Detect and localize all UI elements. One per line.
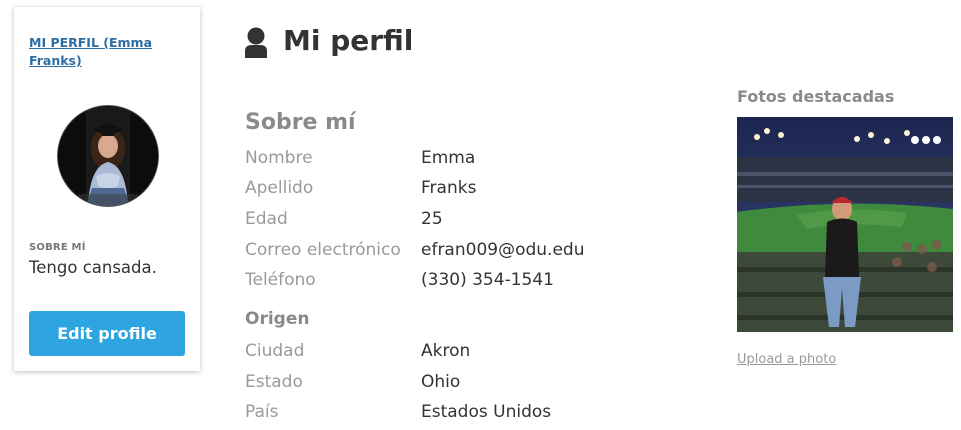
origin-section-title: Origen bbox=[245, 309, 310, 329]
about-section-title: Sobre mí bbox=[245, 110, 356, 135]
about-text: Tengo cansada. bbox=[29, 258, 157, 277]
featured-photos-title: Fotos destacadas bbox=[737, 87, 895, 106]
field-value: Franks bbox=[421, 178, 477, 198]
field-label: Estado bbox=[245, 372, 303, 392]
field-value: Akron bbox=[421, 341, 471, 361]
edit-profile-button[interactable]: Edit profile bbox=[29, 311, 185, 356]
field-label: Edad bbox=[245, 209, 288, 229]
field-value: efran009@odu.edu bbox=[421, 240, 585, 260]
field-label: Correo electrónico bbox=[245, 240, 401, 260]
field-label: Apellido bbox=[245, 178, 314, 198]
field-label: País bbox=[245, 402, 279, 422]
about-label: SOBRE MÍ bbox=[29, 242, 86, 253]
more-options-icon[interactable] bbox=[911, 136, 941, 144]
featured-photo[interactable] bbox=[737, 117, 953, 332]
field-label: Ciudad bbox=[245, 341, 305, 361]
upload-photo-link[interactable]: Upload a photo bbox=[737, 352, 836, 367]
field-value: Estados Unidos bbox=[421, 402, 552, 422]
page-title: Mi perfil bbox=[283, 24, 414, 57]
field-value: 25 bbox=[421, 209, 443, 229]
field-label: Teléfono bbox=[245, 270, 316, 290]
field-label: Nombre bbox=[245, 148, 313, 168]
my-profile-link[interactable]: MI PERFIL (Emma Franks) bbox=[29, 34, 179, 70]
field-value: Ohio bbox=[421, 372, 461, 392]
avatar-photo bbox=[58, 106, 158, 206]
featured-photo-image bbox=[737, 117, 953, 332]
field-value: Emma bbox=[421, 148, 476, 168]
profile-card: MI PERFIL (Emma Franks) SOBRE MÍ Tengo c… bbox=[14, 7, 200, 371]
avatar bbox=[57, 105, 159, 207]
field-value: (330) 354-1541 bbox=[421, 270, 554, 290]
person-icon bbox=[245, 27, 267, 58]
